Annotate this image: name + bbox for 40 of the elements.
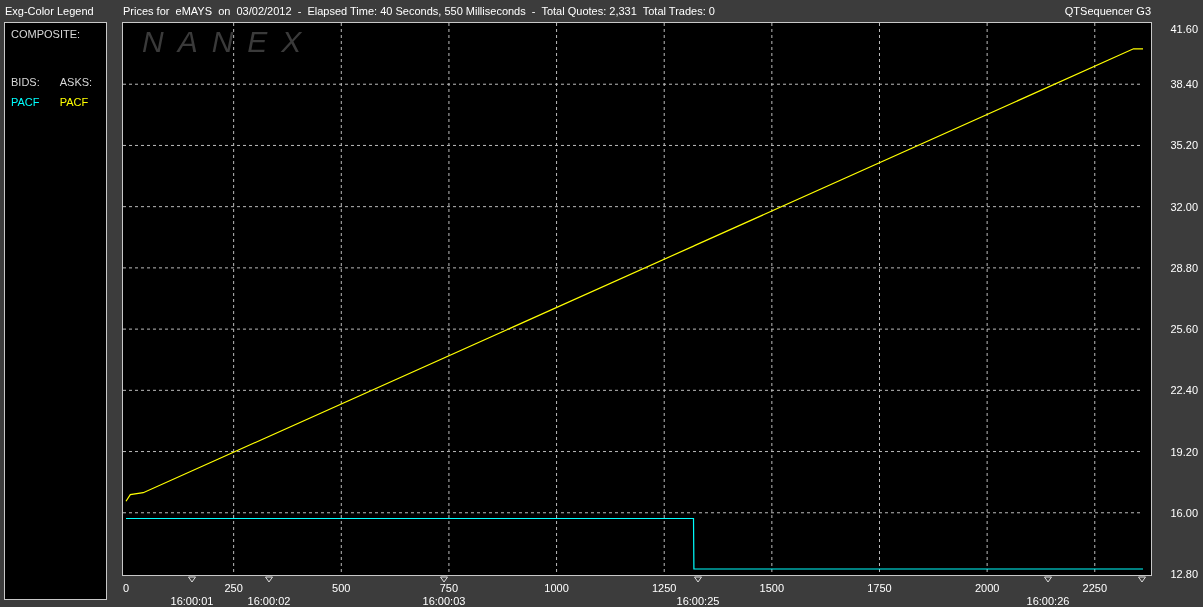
- y-axis-label: 35.20: [1170, 139, 1198, 152]
- time-marker-icon: [694, 576, 702, 583]
- x-axis-label: 750: [439, 582, 459, 594]
- legend-item: PACF: [11, 96, 40, 108]
- y-axis-label: 41.60: [1170, 23, 1198, 35]
- x-axis-label: 1000: [544, 582, 569, 594]
- time-label: 16:00:02: [247, 595, 291, 607]
- y-axis-label: 16.00: [1170, 506, 1198, 519]
- composite-label: COMPOSITE:: [11, 28, 81, 40]
- legend-title: Exg-Color Legend: [5, 5, 95, 17]
- x-axis-label: 2250: [1082, 582, 1107, 594]
- legend-item: PACF: [59, 96, 90, 108]
- time-marker-icon: [440, 576, 448, 583]
- y-axis-label: 32.00: [1170, 200, 1198, 213]
- chart-title: Prices for eMAYS on 03/02/2012 - Elapsed Time: 40 Seconds, 550 Milliseconds - Total Quotes: 2,331 Total Trades: 0: [123, 5, 716, 17]
- x-axis-label: 2000: [974, 582, 1000, 594]
- chart-logo: NANEX: [142, 25, 316, 58]
- app-name: QTSequencer G3: [1064, 5, 1151, 17]
- time-marker-icon: [188, 576, 196, 583]
- y-axis-label: 19.20: [1170, 445, 1198, 458]
- time-label: 16:00:03: [422, 595, 466, 607]
- x-axis-label: 1250: [651, 582, 677, 594]
- time-marker-icon: [265, 576, 273, 583]
- x-axis-label: 0: [122, 582, 130, 594]
- x-axis-label: 1500: [759, 582, 785, 594]
- x-axis-label: 1750: [867, 582, 892, 594]
- time-label: 16:00:01: [170, 595, 214, 607]
- y-axis-label: 22.40: [1170, 384, 1198, 397]
- time-marker-icon: [1138, 576, 1146, 583]
- y-axis-label: 28.80: [1170, 261, 1198, 274]
- x-axis-label: 500: [332, 582, 351, 594]
- y-axis-label: 12.80: [1170, 568, 1198, 580]
- y-axis-label: 25.60: [1170, 323, 1198, 336]
- y-axis-label: 38.40: [1170, 78, 1198, 91]
- time-marker-icon: [1044, 576, 1052, 583]
- legend-heading: ASKS:: [59, 76, 93, 88]
- legend-heading: BIDS:: [11, 76, 40, 88]
- time-label: 16:00:26: [1026, 595, 1070, 607]
- x-axis-label: 250: [224, 582, 243, 594]
- time-label: 16:00:25: [676, 595, 720, 607]
